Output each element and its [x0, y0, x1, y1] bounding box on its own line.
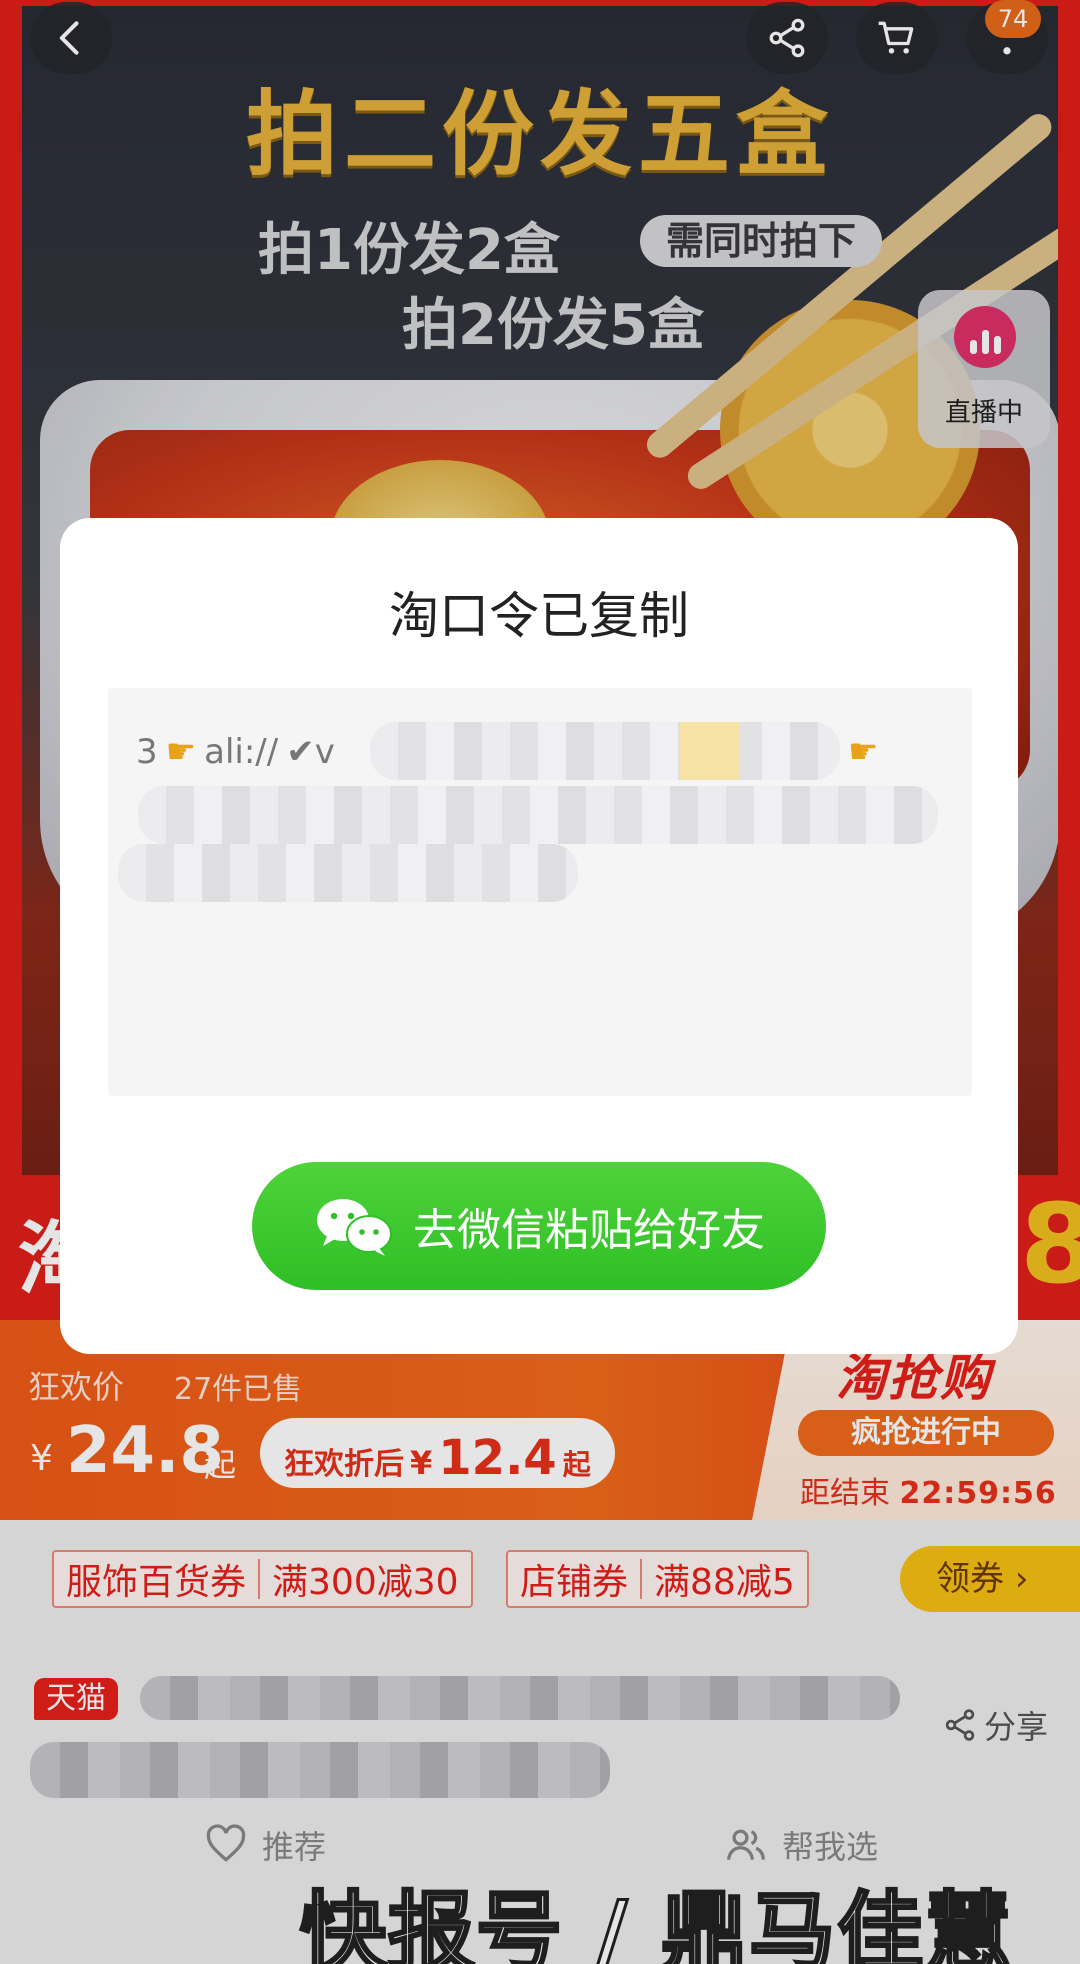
redacted-code: [138, 786, 938, 844]
redacted-code: [370, 722, 840, 780]
code-prefix: 3: [136, 732, 158, 772]
wechat-icon: [317, 1199, 392, 1256]
paste-to-wechat-button[interactable]: 去微信粘贴给好友: [252, 1162, 826, 1290]
code-check: ✔v: [286, 732, 335, 772]
code-scheme: ali://: [204, 732, 279, 772]
pointing-hand-icon: ☛: [165, 732, 197, 772]
redacted-code: [118, 844, 578, 902]
copied-code-dialog: 淘口令已复制 3 ☛ ali:// ✔v ☛ 去微信粘贴给好友: [60, 518, 1018, 1354]
copied-code-box: 3 ☛ ali:// ✔v ☛: [108, 688, 972, 1096]
dialog-title: 淘口令已复制: [389, 587, 689, 645]
wechat-button-label: 去微信粘贴给好友: [413, 1205, 765, 1256]
pointing-hand-icon: ☛: [848, 732, 879, 772]
copied-code-text: 3 ☛ ali:// ✔v: [136, 732, 335, 772]
